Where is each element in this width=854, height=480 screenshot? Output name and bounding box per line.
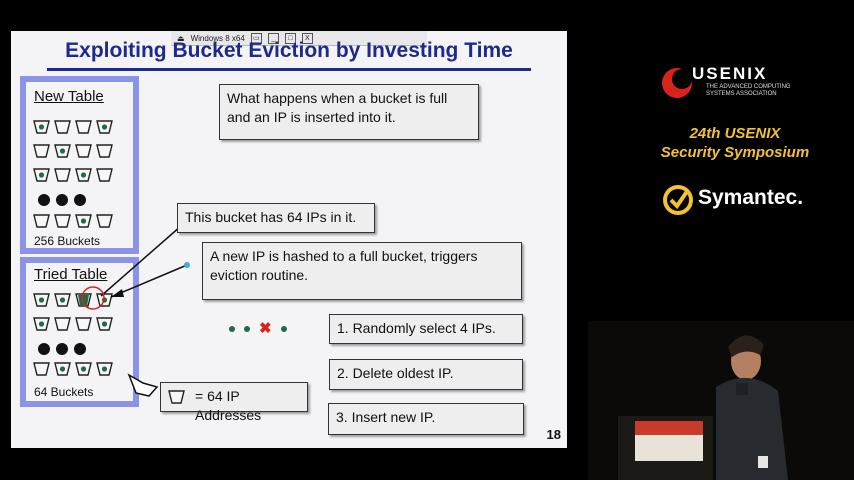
bucket-icon [33, 293, 50, 307]
ip-dot [229, 325, 235, 332]
bucket-icon [96, 144, 113, 158]
new-table-title: New Table [34, 88, 104, 105]
bucket-icon [54, 293, 71, 307]
event-title: 24th USENIX Security Symposium [640, 124, 830, 162]
bucket-row [33, 168, 113, 182]
bucket-icon [54, 362, 71, 376]
bucket-icon [54, 317, 71, 331]
bucket-icon [33, 144, 50, 158]
usenix-wordmark: USENIX [692, 64, 768, 83]
bucket-icon [75, 144, 92, 158]
step-2: 2. Delete oldest IP. [329, 359, 523, 390]
symantec-logo: Symantec. [698, 186, 804, 209]
step-3: 3. Insert new IP. [328, 403, 524, 435]
tried-table-title: Tried Table [34, 266, 108, 283]
removed-ip-icon: ✖ [259, 320, 272, 337]
legend-text: = 64 IP Addresses [195, 388, 262, 423]
bucket-icon [54, 120, 71, 134]
symantec-check-icon [663, 185, 693, 215]
usenix-tagline: THE ADVANCED COMPUTING SYSTEMS ASSOCIATI… [706, 84, 791, 97]
bucket-icon [33, 214, 50, 228]
bucket-icon [96, 120, 113, 134]
bucket-icon [54, 144, 71, 158]
full-bucket-icon [75, 293, 92, 307]
ip-dot [280, 325, 287, 332]
bucket-row [33, 214, 113, 228]
ellipsis-dots [38, 343, 86, 355]
pointer-dot [184, 262, 190, 268]
usenix-logo-icon [662, 68, 692, 98]
bucket-icon [33, 168, 50, 182]
bucket-icon [96, 214, 113, 228]
bucket-icon [96, 168, 113, 182]
question-box: What happens when a bucket is full and a… [219, 84, 479, 140]
bucket-icon [54, 214, 71, 228]
bucket-icon [75, 362, 92, 376]
presentation-slide: ⏏ Windows 8 x64 ▭ _ □ X Exploiting Bucke… [11, 31, 567, 448]
bucket-callout: This bucket has 64 IPs in it. [177, 203, 375, 233]
bucket-icon [75, 317, 92, 331]
new-table-count: 256 Buckets [34, 234, 101, 248]
bucket-icon [75, 168, 92, 182]
bucket-icon [75, 120, 92, 134]
new-ip-box: A new IP is hashed to a full bucket, tri… [202, 242, 522, 300]
speaker-video [588, 321, 854, 480]
bucket-row [33, 317, 113, 331]
bucket-icon [54, 168, 71, 182]
tried-table-panel: Tried Table 64 Buckets [20, 257, 139, 407]
slide-number: 18 [546, 427, 561, 442]
ellipsis-dots [38, 194, 86, 206]
bucket-icon [96, 362, 113, 376]
event-line-1: 24th USENIX [689, 125, 781, 142]
bucket-icon [96, 293, 113, 307]
title-underline [47, 68, 531, 71]
event-line-2: Security Symposium [660, 144, 810, 161]
legend-bucket-icon [168, 390, 185, 404]
bucket-icon [33, 120, 50, 134]
bucket-icon [75, 214, 92, 228]
bucket-icon [96, 317, 113, 331]
bucket-icon [33, 362, 50, 376]
slide-title: Exploiting Bucket Eviction by Investing … [65, 39, 513, 62]
bucket-row [33, 293, 113, 307]
new-table-panel: New Table 256 Buckets [20, 76, 139, 254]
eviction-dots: ✖ [229, 321, 287, 336]
bucket-row [33, 362, 113, 376]
bucket-icon [33, 317, 50, 331]
bucket-row [33, 144, 113, 158]
bucket-row [33, 120, 113, 134]
ip-dot [244, 325, 250, 332]
step-1: 1. Randomly select 4 IPs. [329, 314, 523, 344]
speaker-scene-image [588, 321, 854, 480]
tried-table-count: 64 Buckets [34, 385, 94, 399]
